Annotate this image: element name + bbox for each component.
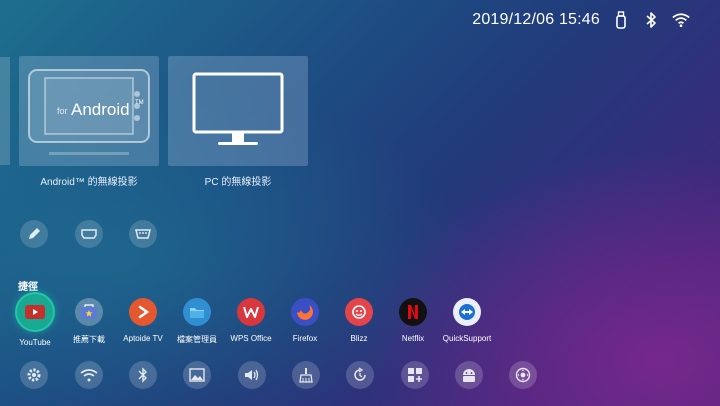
- pc-cast-label: PC 的無線投影: [204, 177, 272, 188]
- wifi-settings-icon[interactable]: [75, 361, 103, 389]
- wps-icon: [237, 298, 265, 326]
- app-label: QuickSupport: [442, 334, 492, 343]
- file-manager-icon: [183, 298, 211, 326]
- settings-icon[interactable]: [20, 361, 48, 389]
- clock: 2019/12/06 15:46: [472, 11, 600, 28]
- store-icon: [75, 298, 103, 326]
- hdmi-icon[interactable]: [75, 220, 103, 248]
- volume-icon[interactable]: [238, 361, 266, 389]
- remote-icon[interactable]: [509, 361, 537, 389]
- pc-cast-card[interactable]: [168, 56, 308, 166]
- pen-icon[interactable]: [20, 220, 48, 248]
- gallery-icon[interactable]: [183, 361, 211, 389]
- monitor-icon: [192, 72, 284, 145]
- bluetooth-icon: [642, 10, 660, 30]
- wifi-icon: [672, 10, 690, 30]
- app-quicksupport[interactable]: QuickSupport: [432, 298, 502, 343]
- firefox-icon: [291, 298, 319, 326]
- quicksupport-icon: [453, 298, 481, 326]
- youtube-icon: [17, 294, 53, 330]
- cast-card-partial[interactable]: [0, 57, 10, 165]
- settings-row: [0, 361, 720, 389]
- vga-icon[interactable]: [129, 220, 157, 248]
- netflix-icon: [399, 298, 427, 326]
- shortcuts-title: 捷徑: [18, 282, 38, 293]
- status-bar: 2019/12/06 15:46: [472, 10, 690, 30]
- cleaner-icon[interactable]: [292, 361, 320, 389]
- usb-icon: [612, 10, 630, 30]
- android-cast-label: Android™ 的無線投影: [40, 177, 138, 188]
- bluetooth-settings-icon[interactable]: [129, 361, 157, 389]
- android-cast-card[interactable]: for Android TM: [19, 56, 159, 166]
- apps-icon[interactable]: [401, 361, 429, 389]
- aptoide-icon: [129, 298, 157, 326]
- android-card-title: Android: [71, 100, 130, 119]
- android-icon[interactable]: [455, 361, 483, 389]
- update-icon[interactable]: [346, 361, 374, 389]
- android-card-tm: TM: [135, 100, 144, 106]
- blizz-icon: [345, 298, 373, 326]
- android-card-prefix: for: [57, 106, 68, 116]
